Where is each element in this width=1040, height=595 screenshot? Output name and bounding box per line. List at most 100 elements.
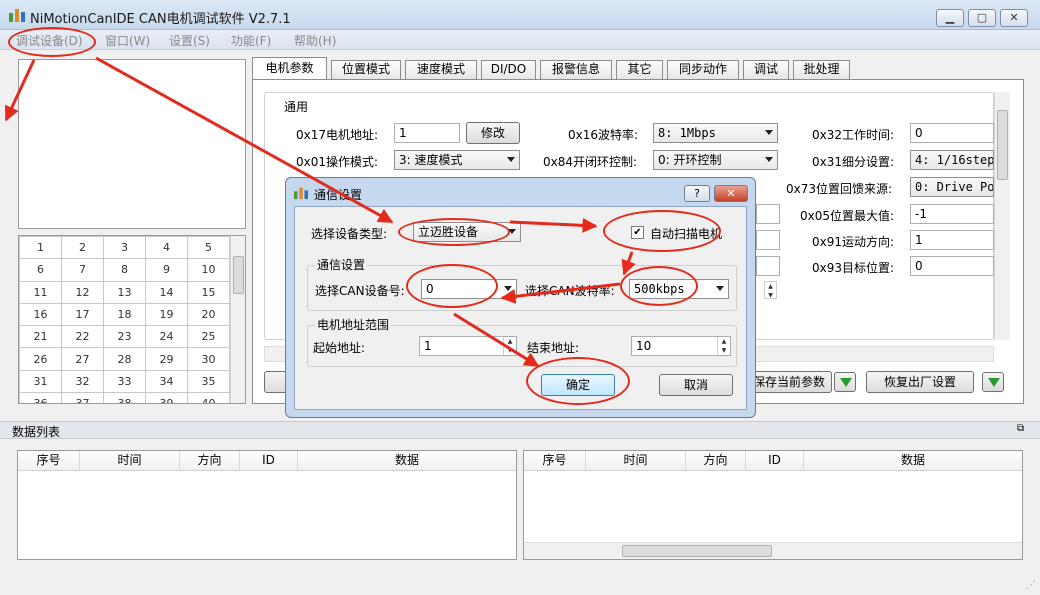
scroll-thumb[interactable]: [233, 256, 244, 294]
close-button[interactable]: ✕: [1000, 9, 1028, 27]
addr-input[interactable]: 1: [394, 123, 460, 143]
menu-help[interactable]: 帮助(H): [294, 32, 336, 49]
menu-settings[interactable]: 设置(S): [169, 32, 210, 49]
end-address-spinner[interactable]: ▲ ▼: [717, 337, 730, 355]
col-data[interactable]: 数据: [298, 451, 516, 471]
tab-speed-mode[interactable]: 速度模式: [405, 60, 477, 79]
mode-select[interactable]: 3: 速度模式: [394, 150, 520, 170]
dialog-close-icon[interactable]: ✕: [714, 185, 748, 202]
grid-cell[interactable]: 36: [19, 392, 62, 403]
grid-cell[interactable]: 33: [103, 369, 146, 394]
scroll-thumb[interactable]: [997, 110, 1008, 180]
grid-cell[interactable]: 7: [61, 258, 104, 282]
maximize-button[interactable]: ▢: [968, 9, 996, 27]
params-vertical-scrollbar[interactable]: [994, 92, 1010, 340]
col-time[interactable]: 时间: [80, 451, 180, 471]
grid-cell[interactable]: 34: [145, 369, 188, 394]
col-direction[interactable]: 方向: [180, 451, 240, 471]
modify-button[interactable]: 修改: [466, 122, 520, 144]
grid-cell[interactable]: 37: [61, 392, 104, 403]
grid-cell[interactable]: 26: [19, 347, 62, 371]
grid-cell[interactable]: 2: [61, 236, 104, 260]
cancel-button[interactable]: 取消: [659, 374, 733, 396]
posmax-input[interactable]: -1: [910, 204, 994, 224]
tab-debug[interactable]: 调试: [743, 60, 789, 79]
dialog-help-button[interactable]: ?: [684, 185, 710, 202]
background-spinner[interactable]: ▲ ▼: [764, 281, 777, 299]
resize-grip-icon[interactable]: ⋰: [1026, 580, 1038, 592]
col-data[interactable]: 数据: [804, 451, 1022, 471]
restore-pane-icon[interactable]: ⧉: [1017, 423, 1024, 434]
tab-other[interactable]: 其它: [616, 60, 663, 79]
target-input[interactable]: 0: [910, 256, 994, 276]
hidden-input-1[interactable]: [756, 204, 780, 224]
menu-window[interactable]: 窗口(W): [105, 32, 150, 49]
tab-batch[interactable]: 批处理: [793, 60, 850, 79]
dir-input[interactable]: 1: [910, 230, 994, 250]
grid-cell[interactable]: 40: [187, 392, 230, 403]
grid-cell[interactable]: 38: [103, 392, 146, 403]
grid-cell[interactable]: 15: [187, 280, 230, 304]
grid-row: 36 37 38 39 40: [19, 392, 230, 403]
grid-cell[interactable]: 39: [145, 392, 188, 403]
grid-cell[interactable]: 12: [61, 280, 104, 304]
grid-cell[interactable]: 16: [19, 302, 62, 327]
baud-select[interactable]: 8: 1Mbps: [653, 123, 778, 143]
grid-cell[interactable]: 24: [145, 325, 188, 349]
col-index[interactable]: 序号: [524, 451, 586, 471]
grid-cell[interactable]: 35: [187, 369, 230, 394]
tab-alarm-info[interactable]: 报警信息: [540, 60, 612, 79]
hidden-input-2[interactable]: [756, 230, 780, 250]
grid-cell[interactable]: 5: [187, 236, 230, 260]
feedback-select[interactable]: 0: Drive Po: [910, 177, 994, 197]
list-horizontal-scrollbar[interactable]: [524, 542, 1022, 559]
grid-cell[interactable]: 6: [19, 258, 62, 282]
grid-cell[interactable]: 11: [19, 280, 62, 304]
grid-vertical-scrollbar[interactable]: [230, 236, 245, 403]
col-id[interactable]: ID: [746, 451, 804, 471]
grid-cell[interactable]: 9: [145, 258, 188, 282]
save-dropdown-arrow-icon[interactable]: [834, 372, 856, 392]
grid-cell[interactable]: 19: [145, 302, 188, 327]
grid-cell[interactable]: 29: [145, 347, 188, 371]
restore-dropdown-arrow-icon[interactable]: [982, 372, 1004, 392]
tab-sync-action[interactable]: 同步动作: [667, 60, 739, 79]
col-time[interactable]: 时间: [586, 451, 686, 471]
tab-position-mode[interactable]: 位置模式: [331, 60, 401, 79]
col-index[interactable]: 序号: [18, 451, 80, 471]
tab-dido[interactable]: DI/DO: [481, 60, 536, 79]
grid-cell[interactable]: 31: [19, 369, 62, 394]
grid-cell[interactable]: 4: [145, 236, 188, 260]
grid-cell[interactable]: 8: [103, 258, 146, 282]
grid-cell[interactable]: 14: [145, 280, 188, 304]
loop-select[interactable]: 0: 开环控制: [653, 150, 778, 170]
worktime-input[interactable]: 0: [910, 123, 994, 143]
col-direction[interactable]: 方向: [686, 451, 746, 471]
grid-cell[interactable]: 30: [187, 347, 230, 371]
grid-cell[interactable]: 21: [19, 325, 62, 349]
grid-cell[interactable]: 25: [187, 325, 230, 349]
grid-cell[interactable]: 17: [61, 302, 104, 327]
hidden-input-3[interactable]: [756, 256, 780, 276]
grid-cell[interactable]: 27: [61, 347, 104, 371]
start-address-spinner[interactable]: ▲ ▼: [503, 337, 516, 355]
end-address-input[interactable]: 10 ▲ ▼: [631, 336, 731, 356]
grid-cell[interactable]: 13: [103, 280, 146, 304]
tab-motor-params[interactable]: 电机参数: [252, 57, 327, 80]
menu-function[interactable]: 功能(F): [231, 32, 271, 49]
start-address-input[interactable]: 1 ▲ ▼: [419, 336, 517, 356]
grid-cell[interactable]: 23: [103, 325, 146, 349]
grid-cell[interactable]: 32: [61, 369, 104, 394]
grid-cell[interactable]: 28: [103, 347, 146, 371]
grid-cell[interactable]: 18: [103, 302, 146, 327]
restore-factory-button[interactable]: 恢复出厂设置: [866, 371, 974, 393]
subdiv-select[interactable]: 4: 1/16step: [910, 150, 994, 170]
col-id[interactable]: ID: [240, 451, 298, 471]
grid-cell[interactable]: 20: [187, 302, 230, 327]
grid-cell[interactable]: 3: [103, 236, 146, 260]
grid-cell[interactable]: 1: [19, 236, 62, 260]
minimize-button[interactable]: ▁: [936, 9, 964, 27]
scroll-thumb[interactable]: [622, 545, 772, 557]
grid-cell[interactable]: 10: [187, 258, 230, 282]
grid-cell[interactable]: 22: [61, 325, 104, 349]
